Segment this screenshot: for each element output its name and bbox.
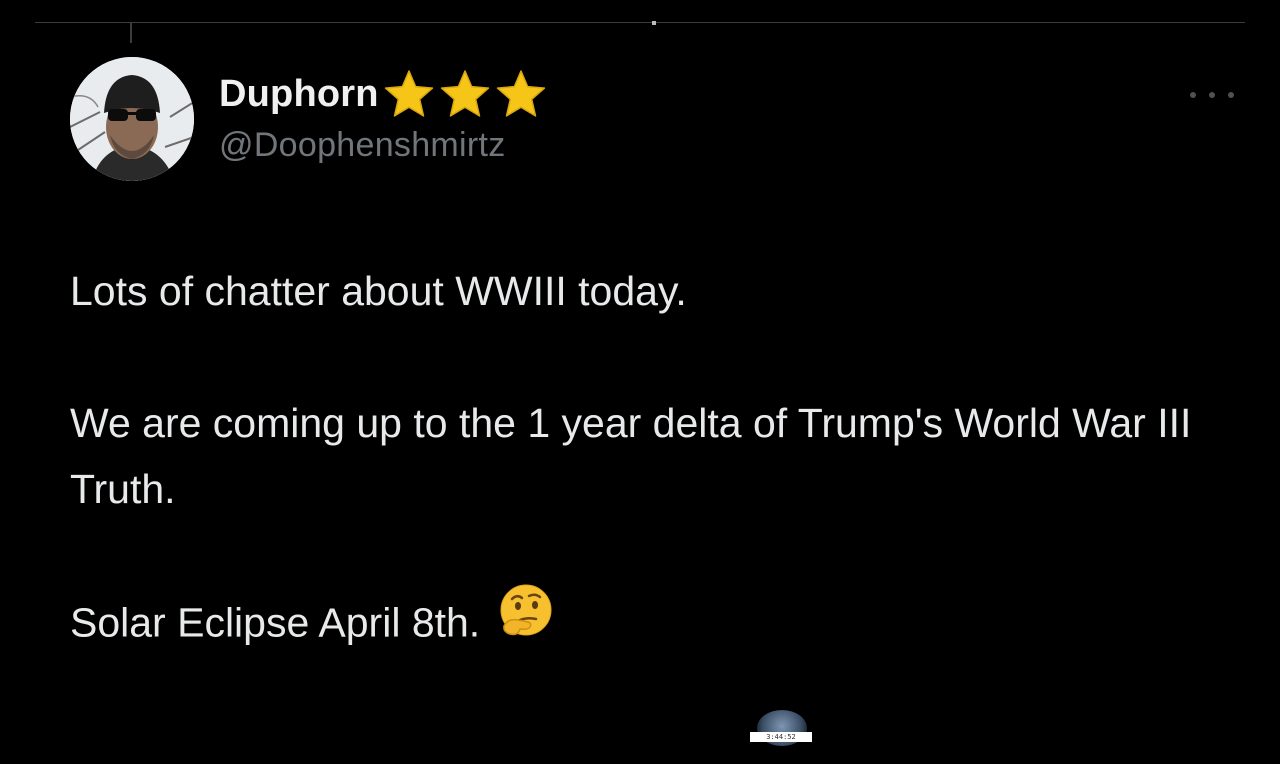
tweet-paragraph: We are coming up to the 1 year delta of … [70,400,1203,512]
badge-stars [381,68,549,120]
more-options-icon[interactable] [1190,84,1234,106]
tweet-paragraph: Lots of chatter about WWIII today. [70,268,687,314]
tweet-paragraph: Solar Eclipse April 8th. [70,599,481,646]
name-row: Duphorn [219,66,549,122]
star-icon [496,70,545,117]
tweet: Duphorn @Doophenshmirtz Lots of chatter … [0,0,1280,764]
thinking-face-icon [498,582,554,657]
tweet-paragraph-last: Solar Eclipse April 8th. [70,584,1240,663]
user-handle[interactable]: @Doophenshmirtz [219,126,506,165]
avatar[interactable] [70,57,194,181]
display-name[interactable]: Duphorn [219,73,379,116]
star-icon [384,70,433,117]
star-icon [440,70,489,117]
more-dot [1228,92,1234,98]
more-dot [1209,92,1215,98]
video-scrubber[interactable]: 3:44:52 [750,710,812,746]
more-dot [1190,92,1196,98]
tweet-text: Lots of chatter about WWIII today. We ar… [70,258,1240,663]
scrubber-timestamp: 3:44:52 [750,732,812,742]
